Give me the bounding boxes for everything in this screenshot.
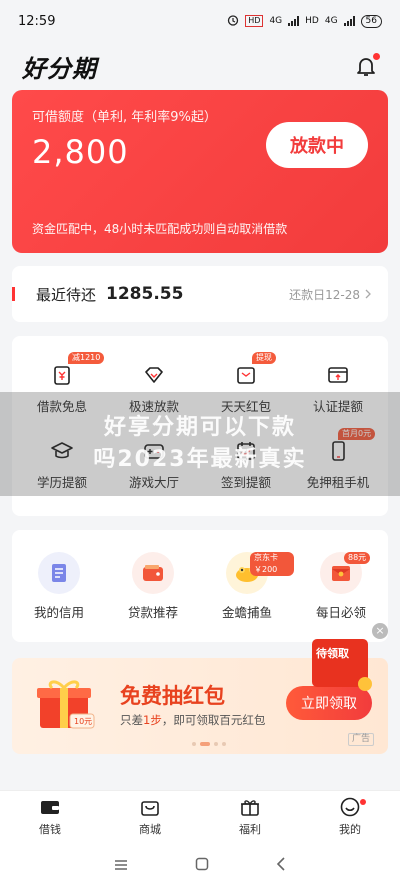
home-nav-icon[interactable] bbox=[195, 856, 209, 875]
repayment-amount: 1285.55 bbox=[106, 284, 184, 304]
graduation-cap-icon bbox=[49, 438, 75, 464]
notification-dot bbox=[360, 799, 366, 805]
service-label: 我的信用 bbox=[33, 604, 84, 620]
network-label-2: 4G bbox=[324, 16, 338, 26]
service-badge: 京东卡 ￥200 bbox=[250, 552, 294, 576]
wallet-icon bbox=[132, 551, 174, 594]
system-nav-bar bbox=[0, 842, 400, 888]
grid-label: 签到提额 bbox=[220, 474, 271, 490]
grid-item-checkin[interactable]: 签到提额 bbox=[200, 426, 292, 502]
tab-borrow[interactable]: 借钱 bbox=[0, 791, 100, 842]
loan-status-note: 资金匹配中，48小时未匹配成功则自动取消借款 bbox=[32, 222, 288, 236]
service-badge: 88元 bbox=[344, 552, 371, 564]
notification-dot bbox=[373, 53, 380, 60]
grid-item-verify-limit[interactable]: 认证提额 bbox=[292, 350, 384, 426]
calendar-icon bbox=[233, 362, 259, 388]
promo-sub-post: ，即可领取百元红包 bbox=[161, 713, 266, 727]
status-icons: HD 4G HD 4G 56 bbox=[227, 14, 382, 29]
service-fishing-game[interactable]: 京东卡 ￥200 金蟾捕鱼 bbox=[200, 530, 294, 642]
brand-logo: 好分期 bbox=[22, 54, 97, 83]
accent-bar bbox=[12, 287, 15, 301]
service-label: 金蟾捕鱼 bbox=[221, 604, 272, 620]
feature-grid: 减1210 借款免息 极速放款 提现 天天红包 认证提额 学历提额 游戏大厅 签… bbox=[12, 336, 388, 516]
services-card: 我的信用 贷款推荐 京东卡 ￥200 金蟾捕鱼 88元 每日必领 bbox=[12, 530, 388, 642]
promo-sub-pre: 只差 bbox=[120, 713, 143, 727]
gamepad-icon bbox=[141, 438, 167, 464]
diamond-icon bbox=[141, 362, 167, 388]
tab-label: 福利 bbox=[239, 823, 261, 836]
tab-label: 借钱 bbox=[39, 823, 61, 836]
grid-label: 认证提额 bbox=[312, 398, 363, 414]
signal-icon bbox=[288, 16, 300, 26]
card-icon bbox=[325, 362, 351, 388]
hd-indicator-2: HD bbox=[305, 16, 319, 26]
tab-mine[interactable]: 我的 bbox=[300, 791, 400, 842]
signal-icon-2 bbox=[343, 16, 355, 26]
status-bar: 12:59 HD 4G HD 4G 56 bbox=[0, 0, 400, 42]
service-label: 贷款推荐 bbox=[127, 604, 178, 620]
promo-subtitle: 只差1步，即可领取百元红包 bbox=[120, 712, 265, 728]
notification-button[interactable] bbox=[354, 53, 380, 78]
phone-icon bbox=[325, 438, 351, 464]
grid-label: 借款免息 bbox=[36, 398, 87, 414]
tab-welfare[interactable]: 福利 bbox=[200, 791, 300, 842]
wallet-tab-icon bbox=[39, 796, 61, 818]
gift-box-icon: 10元 bbox=[34, 676, 96, 732]
menu-nav-icon[interactable] bbox=[114, 856, 128, 875]
repayment-date[interactable]: 还款日12-28 bbox=[289, 286, 372, 303]
shopping-bag-icon bbox=[139, 796, 161, 818]
service-label: 每日必领 bbox=[315, 604, 366, 620]
back-nav-icon[interactable] bbox=[276, 856, 286, 875]
grid-badge: 减1210 bbox=[68, 352, 105, 364]
service-loan-recommend[interactable]: 贷款推荐 bbox=[106, 530, 200, 642]
battery-icon: 56 bbox=[360, 14, 382, 28]
promo-sub-highlight: 1步 bbox=[143, 713, 162, 727]
promo-title: 免费抽红包 bbox=[120, 684, 225, 708]
grid-item-game-hall[interactable]: 游戏大厅 bbox=[108, 426, 200, 502]
pending-label: 待领取 bbox=[316, 647, 349, 660]
repayment-card[interactable]: 最近待还 1285.55 还款日12-28 bbox=[12, 266, 388, 322]
grid-label: 极速放款 bbox=[128, 398, 179, 414]
pending-redpacket-tag[interactable]: 待领取 bbox=[312, 639, 372, 691]
grid-label: 学历提额 bbox=[36, 474, 87, 490]
grid-label: 游戏大厅 bbox=[128, 474, 179, 490]
grid-label: 天天红包 bbox=[220, 398, 271, 414]
grid-label: 免押租手机 bbox=[306, 474, 370, 490]
ad-label: 广告 bbox=[347, 733, 374, 746]
gift-tab-icon bbox=[239, 796, 261, 818]
hd-indicator: HD bbox=[245, 15, 264, 27]
status-time: 12:59 bbox=[18, 13, 56, 29]
network-label: 4G bbox=[269, 16, 283, 26]
tab-mall[interactable]: 商城 bbox=[100, 791, 200, 842]
app-header: 好分期 bbox=[0, 42, 400, 90]
coupon-icon bbox=[49, 362, 75, 388]
repayment-date-label: 还款日12-28 bbox=[289, 287, 360, 302]
alarm-icon bbox=[227, 14, 239, 29]
grid-item-phone-rental[interactable]: 首月0元 免押租手机 bbox=[292, 426, 384, 502]
grid-item-fast-loan[interactable]: 极速放款 bbox=[108, 350, 200, 426]
grid-item-education[interactable]: 学历提额 bbox=[16, 426, 108, 502]
coin-icon bbox=[358, 677, 372, 691]
service-my-credit[interactable]: 我的信用 bbox=[12, 530, 106, 642]
grid-item-interest-free[interactable]: 减1210 借款免息 bbox=[16, 350, 108, 426]
tab-label: 商城 bbox=[139, 823, 161, 836]
claim-button[interactable]: 立即领取 bbox=[286, 686, 372, 720]
chevron-right-icon bbox=[365, 289, 371, 299]
loan-status-button[interactable]: 放款中 bbox=[266, 122, 368, 168]
bottom-tab-bar: 借钱 商城 福利 我的 bbox=[0, 790, 400, 842]
grid-badge: 首月0元 bbox=[338, 428, 376, 440]
repayment-title: 最近待还 bbox=[36, 285, 97, 304]
gift-value: 10元 bbox=[74, 717, 93, 726]
grid-item-daily-redpacket[interactable]: 提现 天天红包 bbox=[200, 350, 292, 426]
smile-user-icon bbox=[339, 796, 361, 818]
grid-badge: 提现 bbox=[252, 352, 276, 364]
checkin-calendar-icon bbox=[233, 438, 259, 464]
tab-label: 我的 bbox=[339, 823, 361, 836]
carousel-dots bbox=[192, 742, 226, 746]
loan-card: 可借额度（单利, 年利率9%起） 2,800 放款中 资金匹配中，48小时未匹配… bbox=[12, 90, 388, 253]
credit-report-icon bbox=[38, 551, 80, 594]
close-ad-button[interactable]: × bbox=[372, 623, 388, 639]
